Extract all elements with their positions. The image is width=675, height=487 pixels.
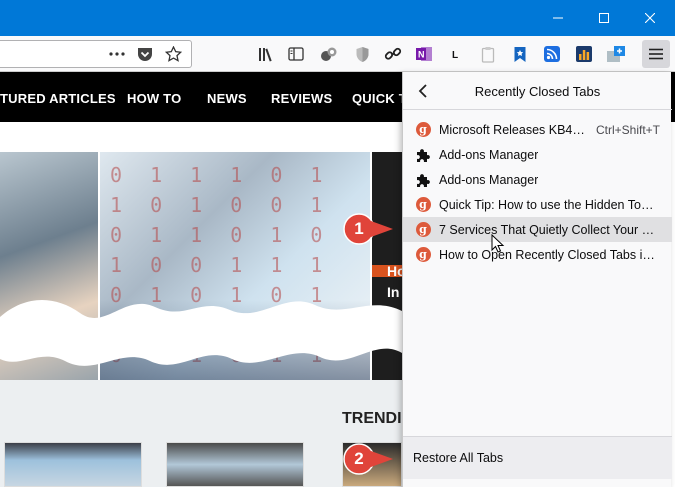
bookmark-icon[interactable] <box>508 42 532 66</box>
hamburger-menu-icon[interactable] <box>642 40 670 68</box>
library-icon[interactable] <box>254 42 278 66</box>
extension-icon[interactable] <box>317 42 341 66</box>
recently-closed-tabs-panel: Recently Closed Tabs g Microsoft Release… <box>402 72 672 487</box>
puzzle-icon <box>415 147 431 163</box>
mouse-cursor-icon <box>491 234 505 253</box>
nav-quick-tips[interactable]: QUICK T <box>352 91 407 106</box>
nav-featured-articles[interactable]: TURED ARTICLES <box>0 91 116 106</box>
site-favicon-icon: g <box>415 222 431 238</box>
closed-tab-item[interactable]: g 7 Services That Quietly Collect Your P… <box>403 217 672 242</box>
panel-title: Recently Closed Tabs <box>474 84 601 99</box>
nav-news[interactable]: NEWS <box>207 91 247 106</box>
browser-toolbar: N L <box>0 36 675 72</box>
callout-number: 2 <box>354 449 364 468</box>
panel-footer: Restore All Tabs <box>403 436 672 487</box>
close-icon[interactable] <box>627 0 673 36</box>
trending-heading: TRENDI <box>342 410 402 427</box>
back-arrow-icon[interactable] <box>413 81 433 101</box>
nav-how-to[interactable]: HOW TO <box>127 91 181 106</box>
onenote-icon[interactable]: N <box>412 42 436 66</box>
link-icon[interactable] <box>381 42 405 66</box>
restore-all-tabs-button[interactable]: Restore All Tabs <box>403 437 672 479</box>
closed-tab-label: Quick Tip: How to use the Hidden Touc... <box>439 197 657 212</box>
site-favicon-icon: g <box>415 122 431 138</box>
torn-edge <box>0 299 402 366</box>
svg-text:L: L <box>452 50 458 61</box>
rss-icon[interactable] <box>540 42 564 66</box>
callout-1: 1 <box>340 212 394 246</box>
article-thumbnail[interactable] <box>4 442 142 487</box>
site-favicon-icon: g <box>415 247 431 263</box>
closed-tab-item[interactable]: Add-ons Manager <box>403 142 672 167</box>
closed-tabs-list: g Microsoft Releases KB405... Ctrl+Shift… <box>403 117 672 267</box>
title-bar <box>0 0 675 36</box>
sidebar-icon[interactable] <box>284 42 308 66</box>
closed-tab-item[interactable]: g How to Open Recently Closed Tabs in S.… <box>403 242 672 267</box>
closed-tab-label: Add-ons Manager <box>439 172 539 187</box>
closed-tab-label: How to Open Recently Closed Tabs in S... <box>439 247 657 262</box>
page-actions-icon[interactable] <box>105 42 129 66</box>
closed-tab-label: Microsoft Releases KB405... <box>439 122 589 137</box>
minimize-icon[interactable] <box>535 0 581 36</box>
pocket-icon[interactable] <box>133 42 157 66</box>
article-thumbnail[interactable] <box>166 442 304 487</box>
keyboard-shortcut: Ctrl+Shift+T <box>595 122 660 137</box>
svg-text:N: N <box>418 50 425 60</box>
closed-tab-item[interactable]: Add-ons Manager <box>403 167 672 192</box>
shield-icon[interactable] <box>350 42 374 66</box>
stats-icon[interactable] <box>572 42 596 66</box>
callout-number: 1 <box>354 219 364 238</box>
site-favicon-icon: g <box>415 197 431 213</box>
lastpass-icon[interactable]: L <box>444 42 468 66</box>
panel-header: Recently Closed Tabs <box>403 72 672 110</box>
closed-tab-label: Add-ons Manager <box>439 147 539 162</box>
screenshot-icon[interactable] <box>604 42 628 66</box>
nav-reviews[interactable]: REVIEWS <box>271 91 332 106</box>
puzzle-icon <box>415 172 431 188</box>
closed-tab-label: 7 Services That Quietly Collect Your Per… <box>439 222 657 237</box>
maximize-icon[interactable] <box>581 0 627 36</box>
clipboard-icon[interactable] <box>476 42 500 66</box>
closed-tab-item[interactable]: g Microsoft Releases KB405... Ctrl+Shift… <box>403 117 672 142</box>
callout-2: 2 <box>340 442 394 476</box>
closed-tab-item[interactable]: g Quick Tip: How to use the Hidden Touc.… <box>403 192 672 217</box>
bookmark-star-icon[interactable] <box>161 42 185 66</box>
